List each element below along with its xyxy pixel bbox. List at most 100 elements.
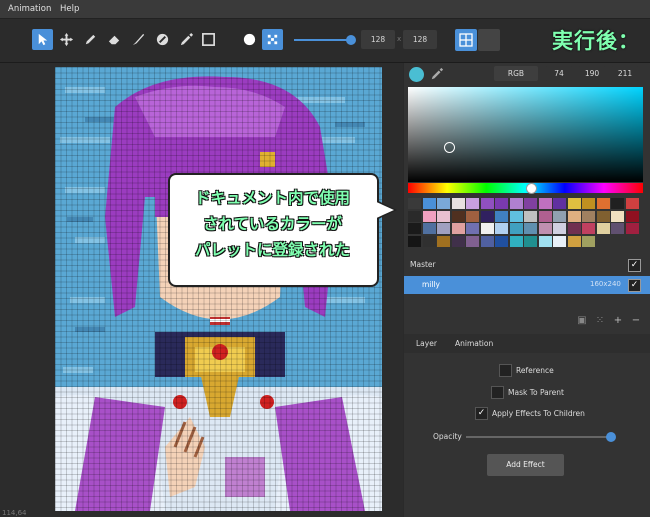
palette-swatch[interactable]	[582, 235, 595, 247]
palette-swatch[interactable]	[596, 210, 610, 222]
palette-swatch[interactable]	[611, 210, 624, 222]
palette-swatch[interactable]	[495, 223, 508, 234]
tab-layer[interactable]: Layer	[416, 339, 437, 348]
saturation-value-picker[interactable]	[408, 87, 643, 182]
grid-toggle-button[interactable]	[455, 29, 477, 51]
palette-swatch[interactable]	[451, 210, 465, 222]
eraser-tool[interactable]	[104, 29, 125, 50]
palette-swatch[interactable]	[466, 210, 479, 222]
red-input[interactable]: 74	[545, 66, 573, 81]
palette-swatch[interactable]	[611, 198, 624, 209]
layer-item-milly[interactable]: milly 160x240 ✓	[404, 276, 650, 294]
opacity-slider-track[interactable]	[466, 436, 612, 438]
palette-swatch[interactable]	[480, 223, 494, 234]
brush-tool[interactable]	[128, 29, 149, 50]
palette-swatch[interactable]	[553, 210, 566, 222]
pen-tool[interactable]	[80, 29, 101, 50]
palette-swatch[interactable]	[408, 210, 421, 222]
palette-swatch[interactable]	[509, 210, 523, 222]
remove-layer-icon[interactable]: −	[630, 315, 642, 327]
palette-swatch[interactable]	[625, 198, 639, 209]
view-toggle-button[interactable]	[478, 29, 500, 51]
add-layer-icon[interactable]: +	[612, 315, 624, 327]
canvas-area[interactable]: 114,64	[0, 63, 403, 517]
brush-size-slider-knob[interactable]	[346, 35, 356, 45]
palette-swatch[interactable]	[538, 198, 552, 209]
palette-swatch[interactable]	[408, 198, 421, 209]
blue-input[interactable]: 211	[611, 66, 639, 81]
palette-swatch[interactable]	[437, 223, 450, 234]
brush-round-button[interactable]	[239, 29, 260, 50]
palette-swatch[interactable]	[553, 235, 566, 247]
palette-swatch[interactable]	[625, 210, 639, 222]
palette-swatch[interactable]	[567, 223, 581, 234]
palette-swatch[interactable]	[553, 198, 566, 209]
palette-swatch[interactable]	[611, 223, 624, 234]
rectangle-tool[interactable]	[198, 29, 219, 50]
palette-swatch[interactable]	[538, 210, 552, 222]
palette-swatch[interactable]	[582, 198, 595, 209]
layer-master-row[interactable]: Master ✓	[404, 256, 650, 274]
tab-animation[interactable]: Animation	[455, 339, 493, 348]
master-visibility-checkbox[interactable]: ✓	[628, 259, 641, 272]
palette-swatch[interactable]	[437, 198, 450, 209]
layer-visibility-checkbox[interactable]: ✓	[628, 279, 641, 292]
palette-swatch[interactable]	[495, 235, 508, 247]
palette-swatch[interactable]	[466, 198, 479, 209]
palette-swatch[interactable]	[495, 210, 508, 222]
palette-swatch[interactable]	[422, 223, 436, 234]
merge-layer-icon[interactable]: ⁙	[594, 315, 606, 327]
duplicate-layer-icon[interactable]: ▣	[576, 315, 588, 327]
palette-swatch[interactable]	[466, 235, 479, 247]
menu-animation[interactable]: Animation	[8, 4, 51, 14]
palette-swatch[interactable]	[509, 223, 523, 234]
palette-swatch[interactable]	[495, 198, 508, 209]
palette-swatch[interactable]	[538, 235, 552, 247]
move-tool[interactable]	[56, 29, 77, 50]
palette-swatch[interactable]	[437, 210, 450, 222]
palette-swatch[interactable]	[538, 223, 552, 234]
color-mode-button[interactable]: RGB	[494, 66, 538, 81]
palette-swatch[interactable]	[509, 235, 523, 247]
mask-to-parent-checkbox[interactable]	[491, 386, 504, 399]
select-tool[interactable]	[32, 29, 53, 50]
palette-swatch[interactable]	[524, 223, 537, 234]
palette-swatch[interactable]	[451, 223, 465, 234]
hue-slider-knob[interactable]	[526, 183, 537, 194]
palette-swatch[interactable]	[567, 198, 581, 209]
palette-swatch[interactable]	[408, 235, 421, 247]
palette-swatch[interactable]	[524, 198, 537, 209]
palette-swatch[interactable]	[451, 198, 465, 209]
palette-swatch[interactable]	[422, 235, 436, 247]
add-effect-button[interactable]: Add Effect	[487, 454, 564, 476]
palette-swatch[interactable]	[408, 223, 421, 234]
palette-swatch[interactable]	[480, 198, 494, 209]
reference-checkbox[interactable]	[499, 364, 512, 377]
fill-tool[interactable]	[152, 29, 173, 50]
palette-swatch[interactable]	[466, 223, 479, 234]
palette-swatch[interactable]	[451, 235, 465, 247]
current-color-swatch[interactable]	[409, 67, 424, 82]
palette-swatch[interactable]	[582, 210, 595, 222]
picker-handle[interactable]	[444, 142, 455, 153]
palette-swatch[interactable]	[625, 223, 639, 234]
palette-swatch[interactable]	[582, 223, 595, 234]
palette-swatch[interactable]	[596, 198, 610, 209]
palette-swatch[interactable]	[422, 210, 436, 222]
pixel-artboard[interactable]	[55, 67, 382, 511]
palette-swatch[interactable]	[480, 210, 494, 222]
eyedropper-icon[interactable]	[430, 67, 444, 81]
eyedropper-tool[interactable]	[176, 29, 197, 50]
palette-swatch[interactable]	[553, 223, 566, 234]
width-input[interactable]: 128	[361, 30, 395, 49]
apply-effects-checkbox[interactable]: ✓	[475, 407, 488, 420]
palette-swatch[interactable]	[509, 198, 523, 209]
brush-pixel-button[interactable]	[262, 29, 283, 50]
height-input[interactable]: 128	[403, 30, 437, 49]
menu-help[interactable]: Help	[60, 4, 79, 14]
palette-swatch[interactable]	[567, 235, 581, 247]
opacity-slider-knob[interactable]	[606, 432, 616, 442]
palette-swatch[interactable]	[524, 235, 537, 247]
palette-swatch[interactable]	[422, 198, 436, 209]
palette-swatch[interactable]	[480, 235, 494, 247]
